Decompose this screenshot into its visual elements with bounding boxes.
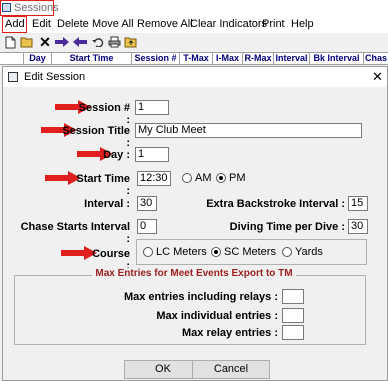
max-including-relays-input[interactable] [282, 289, 304, 304]
session-title-label: Session Title : [62, 125, 130, 149]
cancel-button[interactable]: Cancel [192, 360, 270, 379]
arrow-right-icon[interactable] [54, 35, 70, 49]
menu-edit[interactable]: Edit [32, 18, 51, 30]
menu-help[interactable]: Help [291, 18, 314, 30]
close-icon[interactable]: ✕ [372, 69, 383, 85]
start-time-input[interactable]: 12:30 [137, 171, 171, 186]
am-radio[interactable] [182, 173, 192, 183]
col-chase[interactable]: Chas [364, 52, 388, 65]
max-individual-input[interactable] [282, 308, 304, 323]
sc-meters-label: SC Meters [224, 246, 276, 258]
max-relay-label: Max relay entries : [182, 327, 278, 339]
diving-time-label: Diving Time per Dive : [229, 221, 345, 233]
max-entries-title: Max Entries for Meet Events Export to TM [0, 268, 388, 279]
session-number-input[interactable]: 1 [135, 100, 169, 115]
col-start-time[interactable]: Start Time [52, 52, 132, 65]
interval-label: Interval : [84, 198, 130, 210]
menu-clear-indicators[interactable]: Clear Indicators [190, 18, 267, 30]
yards-radio[interactable] [282, 247, 292, 257]
menu-remove-all[interactable]: Remove All [137, 18, 193, 30]
session-number-label: Session # : [78, 102, 130, 126]
interval-input[interactable]: 30 [137, 196, 157, 211]
menu-delete[interactable]: Delete [57, 18, 89, 30]
diving-time-input[interactable]: 30 [348, 219, 368, 234]
lc-meters-radio[interactable] [143, 247, 153, 257]
printer-icon[interactable] [107, 35, 121, 49]
backstroke-interval-label: Extra Backstroke Interval : [206, 198, 345, 210]
pm-label: PM [229, 172, 246, 184]
max-including-relays-label: Max entries including relays : [123, 291, 278, 303]
sc-meters-radio[interactable] [211, 247, 221, 257]
col-bk-interval[interactable]: Bk Interval [310, 52, 364, 65]
ok-button[interactable]: OK [124, 360, 202, 379]
start-time-label: Start Time : [76, 173, 130, 197]
chase-interval-label: Chase Starts Interval : [20, 221, 130, 245]
max-entries-title-text: Max Entries for Meet Events Export to TM [92, 268, 296, 279]
new-document-icon[interactable] [3, 35, 17, 49]
pm-radio[interactable] [216, 173, 226, 183]
am-label: AM [195, 172, 212, 184]
col-i-max[interactable]: I-Max [213, 52, 243, 65]
yards-label: Yards [295, 246, 323, 258]
col-day[interactable]: Day [24, 52, 52, 65]
backstroke-interval-input[interactable]: 15 [348, 196, 368, 211]
day-label: Day : [103, 149, 130, 161]
folder-up-icon[interactable] [124, 35, 138, 49]
title-highlight-box [0, 0, 54, 16]
dialog-title: Edit Session [24, 71, 86, 83]
dialog-window-icon [8, 72, 18, 82]
add-highlight-box [2, 16, 27, 33]
menu-move-all[interactable]: Move All [92, 18, 134, 30]
chase-interval-input[interactable]: 0 [137, 219, 157, 234]
session-title-input[interactable]: My Club Meet [135, 123, 362, 138]
undo-icon[interactable] [91, 35, 105, 49]
max-relay-input[interactable] [282, 325, 304, 340]
open-folder-icon[interactable] [20, 35, 34, 49]
grid-corner [0, 52, 24, 65]
arrow-left-icon[interactable] [72, 35, 88, 49]
col-r-max[interactable]: R-Max [243, 52, 274, 65]
delete-x-icon[interactable]: ✕ [38, 35, 52, 49]
menu-print[interactable]: Print [262, 18, 285, 30]
col-t-max[interactable]: T-Max [180, 52, 213, 65]
lc-meters-label: LC Meters [156, 246, 207, 258]
day-input[interactable]: 1 [135, 147, 169, 162]
col-session-number[interactable]: Session # [132, 52, 180, 65]
max-individual-label: Max individual entries : [156, 310, 278, 322]
col-interval[interactable]: Interval [274, 52, 310, 65]
